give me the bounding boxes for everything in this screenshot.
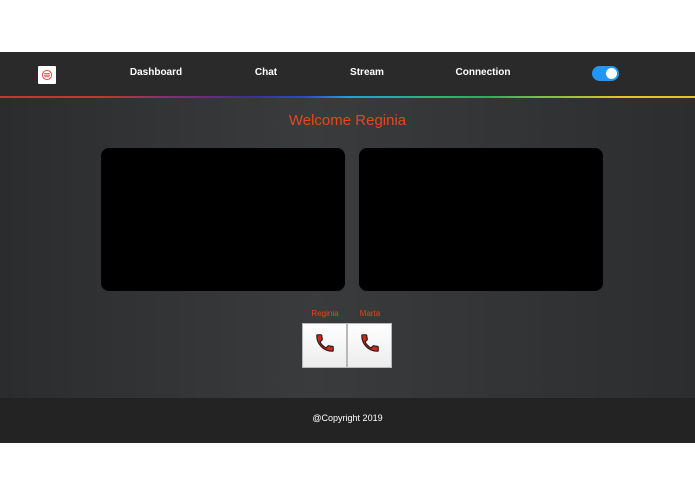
phone-icon <box>314 332 336 359</box>
call-button-marta[interactable] <box>347 323 392 368</box>
nav-link-connection[interactable]: Connection <box>456 66 511 80</box>
navbar <box>0 52 695 96</box>
caller-label-marta: Marta <box>359 309 381 318</box>
logo-icon[interactable] <box>38 66 56 84</box>
toggle-knob <box>606 68 617 79</box>
local-video <box>101 148 345 291</box>
call-button-reginia[interactable] <box>302 323 347 368</box>
caller-label-reginia: Reginia <box>311 309 339 318</box>
nav-link-chat[interactable]: Chat <box>255 66 277 80</box>
page: Dashboard Chat Stream Connection Welcome… <box>0 0 695 494</box>
welcome-heading: Welcome Reginia <box>288 112 407 129</box>
copyright-text: @Copyright 2019 <box>312 413 383 423</box>
nav-link-dashboard[interactable]: Dashboard <box>130 66 182 80</box>
theme-toggle[interactable] <box>592 66 619 81</box>
phone-icon <box>359 332 381 359</box>
remote-video <box>359 148 603 291</box>
nav-link-stream[interactable]: Stream <box>350 66 384 80</box>
